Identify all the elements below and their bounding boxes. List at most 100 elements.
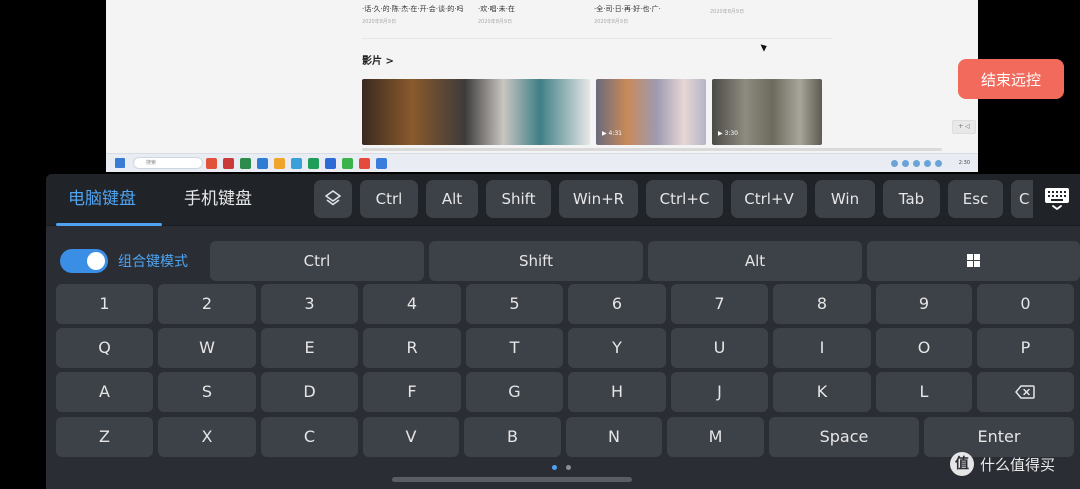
app-icon[interactable] [274,158,285,169]
windows-taskbar: 搜索 2:30 [106,153,978,172]
news-item[interactable]: 2020年8月9日 [710,4,820,15]
news-item[interactable]: ·话·久·的·陈·杰·在·开·会·谈·的·吗 2020年8月9日 [362,4,472,25]
layers-button[interactable] [314,180,352,218]
app-icon[interactable] [376,158,387,169]
key-x[interactable]: X [158,417,256,457]
key-f[interactable]: F [363,372,461,412]
key-a[interactable]: A [56,372,153,412]
key-q[interactable]: Q [56,328,153,368]
key-g[interactable]: G [466,372,563,412]
quick-key-esc[interactable]: Esc [948,180,1003,218]
key-c[interactable]: C [261,417,358,457]
smzdm-logo-icon: 值 [950,452,974,476]
app-icon[interactable] [240,158,251,169]
tab-phone-keyboard[interactable]: 手机键盘 [184,174,252,226]
key-l[interactable]: L [876,372,972,412]
tray-icon[interactable] [902,160,909,167]
video-thumbnail[interactable]: ▶ 4:31 [596,79,706,145]
key-p[interactable]: P [977,328,1074,368]
toggle-knob [87,252,105,270]
key-r[interactable]: R [363,328,461,368]
tray-icon[interactable] [891,160,898,167]
home-indicator[interactable] [392,477,632,482]
app-icon[interactable] [325,158,336,169]
app-icon[interactable] [223,158,234,169]
key-o[interactable]: O [876,328,972,368]
windows-start-icon[interactable] [115,158,125,168]
key-0[interactable]: 0 [977,284,1074,324]
video-thumbnail[interactable] [362,79,590,145]
key-h[interactable]: H [568,372,666,412]
video-thumbnail[interactable]: ▶ 3:30 [712,79,822,145]
remote-desktop-view[interactable]: ·话·久·的·陈·杰·在·开·会·谈·的·吗 2020年8月9日 ·欢·唱·未·… [106,0,978,172]
tray-icon[interactable] [913,160,920,167]
key-w[interactable]: W [158,328,256,368]
videos-section-title[interactable]: 影片 > [362,52,394,67]
quick-key-win[interactable]: Win [815,180,875,218]
key-e[interactable]: E [261,328,358,368]
key-j[interactable]: J [671,372,768,412]
enter-key[interactable]: Enter [924,417,1074,457]
hide-keyboard-button[interactable] [1034,180,1080,218]
video-duration: ▶ 4:31 [602,130,622,137]
tab-pc-keyboard[interactable]: 电脑键盘 [68,174,136,226]
key-y[interactable]: Y [568,328,666,368]
key-m[interactable]: M [667,417,764,457]
app-icon[interactable] [257,158,268,169]
taskbar-clock[interactable]: 2:30 [946,158,970,169]
key-b[interactable]: B [464,417,561,457]
space-key[interactable]: Space [769,417,919,457]
tray-icon[interactable] [924,160,931,167]
scroll-control[interactable]: + ◁ [952,120,976,134]
system-tray: 2:30 [891,158,970,169]
combo-mode-toggle[interactable] [60,249,108,273]
tray-icon[interactable] [935,160,942,167]
key-d[interactable]: D [261,372,358,412]
news-date: 2020年8月9日 [594,19,629,25]
key-1[interactable]: 1 [56,284,153,324]
key-4[interactable]: 4 [363,284,461,324]
key-9[interactable]: 9 [876,284,972,324]
key-6[interactable]: 6 [568,284,666,324]
key-u[interactable]: U [671,328,768,368]
end-remote-button[interactable]: 结束远控 [958,59,1064,99]
horizontal-scrollbar[interactable] [362,148,942,151]
key-2[interactable]: 2 [158,284,256,324]
quick-key-win-r[interactable]: Win+R [559,180,638,218]
key-8[interactable]: 8 [773,284,871,324]
modifier-key-shift[interactable]: Shift [429,241,643,281]
page-dot-active[interactable] [552,465,557,470]
key-t[interactable]: T [466,328,563,368]
key-z[interactable]: Z [56,417,153,457]
quick-key-ctrl-c[interactable]: Ctrl+C [646,180,723,218]
key-s[interactable]: S [158,372,256,412]
key-i[interactable]: I [773,328,871,368]
key-7[interactable]: 7 [671,284,768,324]
quick-key-ctrl[interactable]: Ctrl [360,180,418,218]
key-5[interactable]: 5 [466,284,563,324]
app-icon[interactable] [359,158,370,169]
quick-key-alt[interactable]: Alt [426,180,478,218]
modifier-key-alt[interactable]: Alt [648,241,862,281]
app-icon[interactable] [206,158,217,169]
app-icon[interactable] [291,158,302,169]
news-item[interactable]: ·全·司·日·再·好·也·广· 2020年8月9日 [594,4,704,25]
taskbar-search[interactable]: 搜索 [133,157,203,169]
key-3[interactable]: 3 [261,284,358,324]
quick-key-tab[interactable]: Tab [883,180,940,218]
quick-key-partial[interactable]: C [1011,180,1033,218]
modifier-key-windows[interactable] [867,241,1080,281]
app-icon[interactable] [308,158,319,169]
app-icon[interactable] [342,158,353,169]
page-dot[interactable] [566,465,571,470]
key-n[interactable]: N [566,417,662,457]
modifier-key-ctrl[interactable]: Ctrl [210,241,424,281]
backspace-key[interactable] [977,372,1074,412]
quick-key-shift[interactable]: Shift [486,180,551,218]
news-item[interactable]: ·欢·唱·未·在 2020年8月9日 [478,4,588,25]
news-date: 2020年8月9日 [478,19,513,25]
quick-key-ctrl-v[interactable]: Ctrl+V [731,180,807,218]
keyboard-hide-icon [1045,188,1069,210]
key-v[interactable]: V [363,417,459,457]
key-k[interactable]: K [773,372,871,412]
